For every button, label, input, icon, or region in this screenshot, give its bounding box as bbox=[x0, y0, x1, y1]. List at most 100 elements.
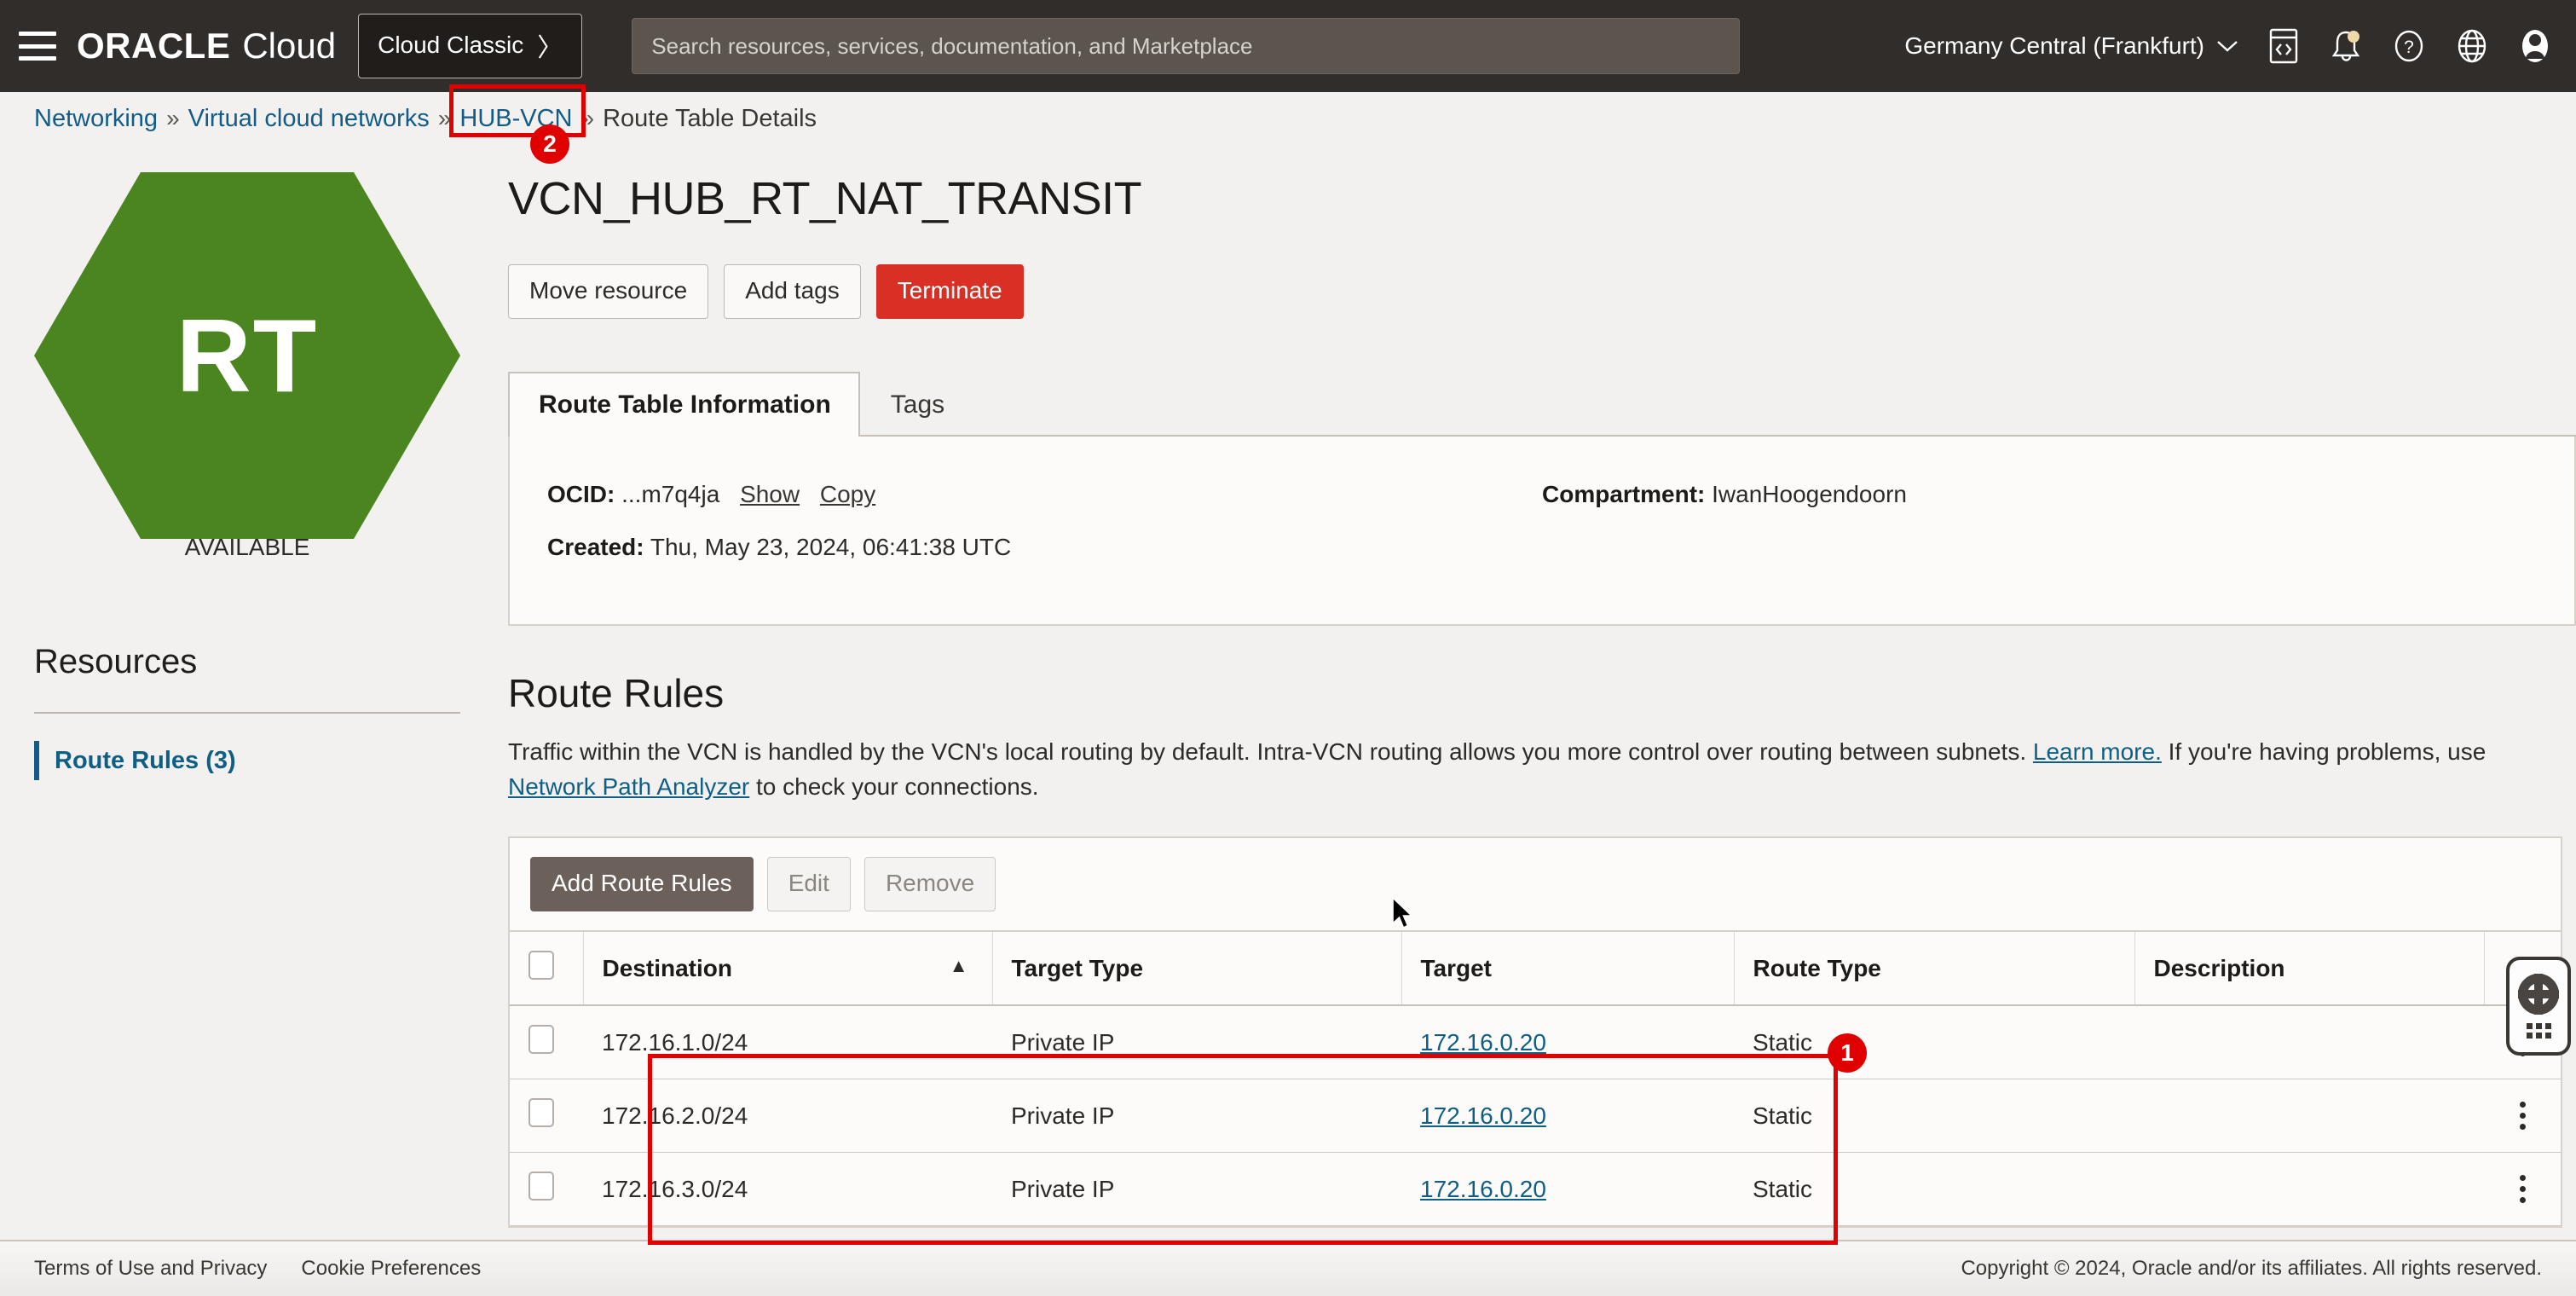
desc-text-part2: If you're having problems, use bbox=[2168, 738, 2486, 765]
terms-of-use-link[interactable]: Terms of Use and Privacy bbox=[34, 1257, 267, 1281]
table-row[interactable]: 172.16.2.0/24 Private IP 172.16.0.20 Sta… bbox=[510, 1079, 2561, 1154]
cell-destination: 172.16.2.0/24 bbox=[583, 1079, 992, 1154]
select-all-header bbox=[510, 930, 584, 1007]
compartment-label: Compartment: bbox=[1542, 481, 1706, 507]
cell-route-type: Static bbox=[1734, 1005, 2134, 1080]
cookie-preferences-link[interactable]: Cookie Preferences bbox=[301, 1257, 481, 1281]
target-link[interactable]: 172.16.0.20 bbox=[1420, 1029, 1546, 1056]
main-content: VCN_HUB_RT_NAT_TRANSIT Move resource Add… bbox=[508, 147, 2576, 1238]
add-tags-button[interactable]: Add tags bbox=[724, 264, 861, 319]
cell-route-type: Static bbox=[1734, 1152, 2134, 1227]
cell-description bbox=[2134, 1079, 2484, 1154]
edit-button[interactable]: Edit bbox=[766, 857, 851, 912]
target-link[interactable]: 172.16.0.20 bbox=[1420, 1176, 1546, 1202]
sidebar-divider bbox=[34, 712, 460, 714]
row-checkbox[interactable] bbox=[528, 1025, 554, 1055]
notifications-bell-icon[interactable] bbox=[2329, 27, 2363, 65]
cell-route-type: Static bbox=[1734, 1079, 2134, 1154]
drag-handle-dots-icon[interactable] bbox=[2526, 1023, 2551, 1039]
row-actions-kebab-icon[interactable] bbox=[2503, 1102, 2542, 1131]
cell-target: 172.16.0.20 bbox=[1401, 1005, 1734, 1080]
cloud-wordmark: Cloud bbox=[242, 26, 337, 66]
help-floating-widget[interactable] bbox=[2506, 957, 2571, 1056]
target-link[interactable]: 172.16.0.20 bbox=[1420, 1102, 1546, 1129]
breadcrumb-item-current: Route Table Details bbox=[603, 104, 817, 132]
remove-button[interactable]: Remove bbox=[863, 857, 996, 912]
terminate-button[interactable]: Terminate bbox=[875, 264, 1024, 319]
row-checkbox[interactable] bbox=[528, 1098, 554, 1128]
resources-heading: Resources bbox=[34, 643, 198, 680]
row-actions-kebab-icon[interactable] bbox=[2503, 1175, 2542, 1204]
cell-target-type: Private IP bbox=[992, 1005, 1401, 1080]
row-actions-cell bbox=[2484, 1079, 2561, 1154]
table-row[interactable]: 172.16.1.0/24 Private IP 172.16.0.20 Sta… bbox=[510, 1005, 2561, 1080]
route-rules-toolbar: Add Route Rules Edit Remove bbox=[510, 838, 2561, 930]
network-path-analyzer-link[interactable]: Network Path Analyzer bbox=[508, 773, 749, 800]
created-row: Created: Thu, May 23, 2024, 06:41:38 UTC bbox=[547, 534, 1542, 561]
column-header-destination[interactable]: Destination ▲ bbox=[583, 930, 993, 1007]
sidebar-item-route-rules[interactable]: Route Rules (3) bbox=[34, 741, 494, 780]
sidebar-active-indicator bbox=[34, 741, 39, 780]
footer-links: Terms of Use and Privacy Cookie Preferen… bbox=[34, 1257, 481, 1281]
ocid-show-link[interactable]: Show bbox=[740, 481, 800, 507]
annotation-badge-2: 2 bbox=[530, 124, 569, 164]
cell-target-type: Private IP bbox=[992, 1152, 1401, 1227]
select-all-checkbox[interactable] bbox=[528, 951, 554, 981]
hamburger-menu-icon[interactable] bbox=[19, 32, 56, 61]
chevron-down-icon bbox=[2217, 41, 2238, 52]
add-route-rules-button[interactable]: Add Route Rules bbox=[530, 857, 754, 912]
info-left-column: OCID: ...m7q4ja Show Copy Created: Thu, … bbox=[547, 481, 1542, 624]
route-rules-heading: Route Rules bbox=[508, 671, 725, 715]
cell-description bbox=[2134, 1005, 2484, 1080]
detail-tabs: Route Table Information Tags bbox=[508, 372, 2576, 437]
mouse-cursor bbox=[1391, 896, 1417, 937]
learn-more-link[interactable]: Learn more. bbox=[2033, 738, 2162, 765]
ocid-row: OCID: ...m7q4ja Show Copy bbox=[547, 481, 1542, 508]
row-select-cell bbox=[510, 1152, 583, 1227]
oracle-wordmark: ORACLE bbox=[77, 26, 231, 66]
desc-text-part1: Traffic within the VCN is handled by the… bbox=[508, 738, 2027, 765]
table-row[interactable]: 172.16.3.0/24 Private IP 172.16.0.20 Sta… bbox=[510, 1152, 2561, 1227]
cloud-classic-label: Cloud Classic bbox=[378, 32, 524, 58]
column-label-destination: Destination bbox=[602, 954, 732, 981]
move-resource-button[interactable]: Move resource bbox=[508, 264, 709, 319]
breadcrumb-item-networking[interactable]: Networking bbox=[34, 105, 158, 133]
route-rules-description: Traffic within the VCN is handled by the… bbox=[508, 735, 2571, 804]
column-header-route-type[interactable]: Route Type bbox=[1734, 930, 2135, 1007]
code-editor-icon[interactable] bbox=[2267, 27, 2300, 65]
global-search-input[interactable] bbox=[632, 18, 1741, 74]
tab-tags[interactable]: Tags bbox=[860, 372, 973, 437]
compartment-value: IwanHoogendoorn bbox=[1712, 481, 1907, 507]
desc-text-part3: to check your connections. bbox=[756, 772, 1039, 800]
chevron-right-icon: 〉 bbox=[537, 34, 563, 62]
created-label: Created: bbox=[547, 534, 644, 560]
sidebar-item-label: Route Rules (3) bbox=[55, 746, 236, 774]
route-rules-table: Destination ▲ Target Type Target Route T… bbox=[510, 930, 2561, 1227]
row-checkbox[interactable] bbox=[528, 1172, 554, 1201]
breadcrumb-item-virtual-cloud-networks[interactable]: Virtual cloud networks bbox=[188, 105, 430, 133]
info-right-column: Compartment: IwanHoogendoorn bbox=[1542, 481, 2537, 624]
user-avatar-icon[interactable] bbox=[2518, 26, 2552, 66]
ocid-value: ...m7q4ja bbox=[621, 481, 720, 507]
cell-target: 172.16.0.20 bbox=[1401, 1079, 1734, 1154]
cloud-classic-button[interactable]: Cloud Classic 〉 bbox=[358, 14, 583, 78]
table-body: 172.16.1.0/24 Private IP 172.16.0.20 Sta… bbox=[510, 1005, 2561, 1227]
region-selector[interactable]: Germany Central (Frankfurt) bbox=[1904, 32, 2238, 60]
cell-destination: 172.16.3.0/24 bbox=[583, 1152, 992, 1227]
resource-icon-wrapper: RT bbox=[0, 147, 494, 556]
row-select-cell bbox=[510, 1079, 583, 1154]
cell-target-type: Private IP bbox=[992, 1079, 1401, 1154]
top-header-bar: ORACLE Cloud Cloud Classic 〉 Germany Cen… bbox=[0, 0, 2576, 92]
language-globe-icon[interactable] bbox=[2455, 27, 2489, 65]
ocid-copy-link[interactable]: Copy bbox=[820, 481, 875, 507]
tab-route-table-information[interactable]: Route Table Information bbox=[508, 372, 860, 437]
help-question-icon[interactable]: ? bbox=[2392, 28, 2426, 64]
column-header-target[interactable]: Target bbox=[1401, 930, 1735, 1007]
cell-target: 172.16.0.20 bbox=[1401, 1152, 1734, 1227]
region-label: Germany Central (Frankfurt) bbox=[1904, 32, 2204, 59]
breadcrumb-separator: » bbox=[437, 105, 452, 131]
oracle-cloud-logo: ORACLE Cloud bbox=[77, 26, 336, 67]
cell-destination: 172.16.1.0/24 bbox=[583, 1005, 992, 1080]
column-header-description[interactable]: Description bbox=[2134, 930, 2485, 1007]
column-header-target-type[interactable]: Target Type bbox=[992, 930, 1402, 1007]
